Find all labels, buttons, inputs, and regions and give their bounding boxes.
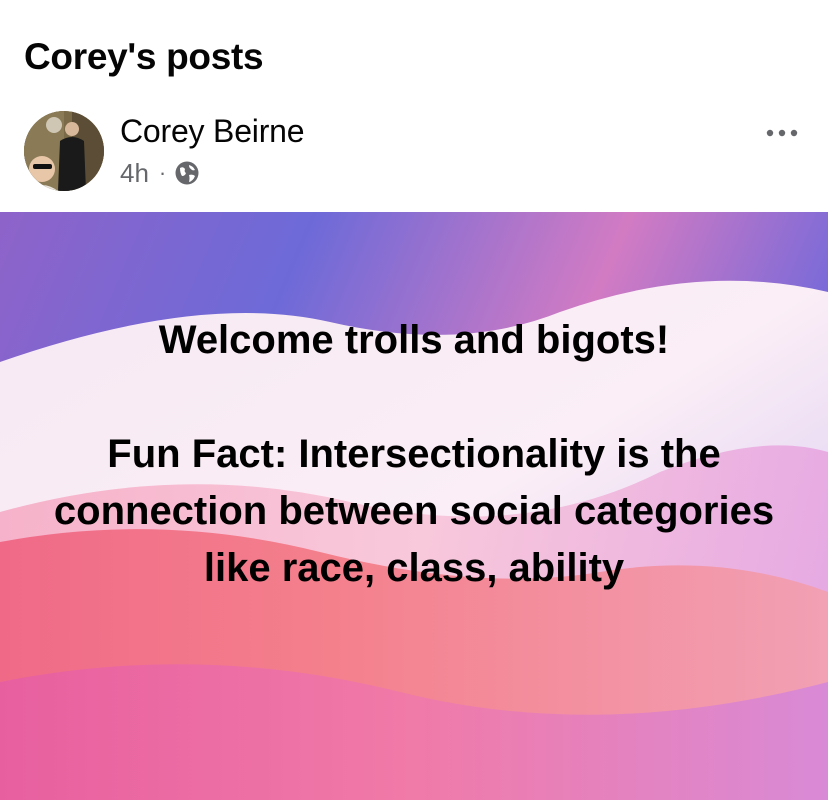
avatar-image <box>24 111 104 191</box>
post-text-line-1: Welcome trolls and bigots! <box>158 318 670 362</box>
post-header: Corey Beirne 4h · <box>24 111 804 191</box>
more-options-icon <box>766 129 798 137</box>
page: Corey's posts Corey Beirne 4h · Welcome … <box>0 0 828 800</box>
more-options-button[interactable] <box>760 115 804 151</box>
avatar[interactable] <box>24 111 104 191</box>
globe-icon[interactable] <box>174 160 200 186</box>
post-timestamp[interactable]: 4h <box>120 158 149 189</box>
meta-separator: · <box>158 160 167 185</box>
author-name[interactable]: Corey Beirne <box>120 113 305 150</box>
post-text: Welcome trolls and bigots! Fun Fact: Int… <box>40 312 788 597</box>
post-text-spacer <box>40 369 788 426</box>
page-title: Corey's posts <box>24 36 264 77</box>
post-body[interactable]: Welcome trolls and bigots! Fun Fact: Int… <box>0 212 828 800</box>
post-text-line-2: Fun Fact: Intersectionality is the conne… <box>53 432 775 590</box>
post-meta: 4h · <box>120 157 200 189</box>
